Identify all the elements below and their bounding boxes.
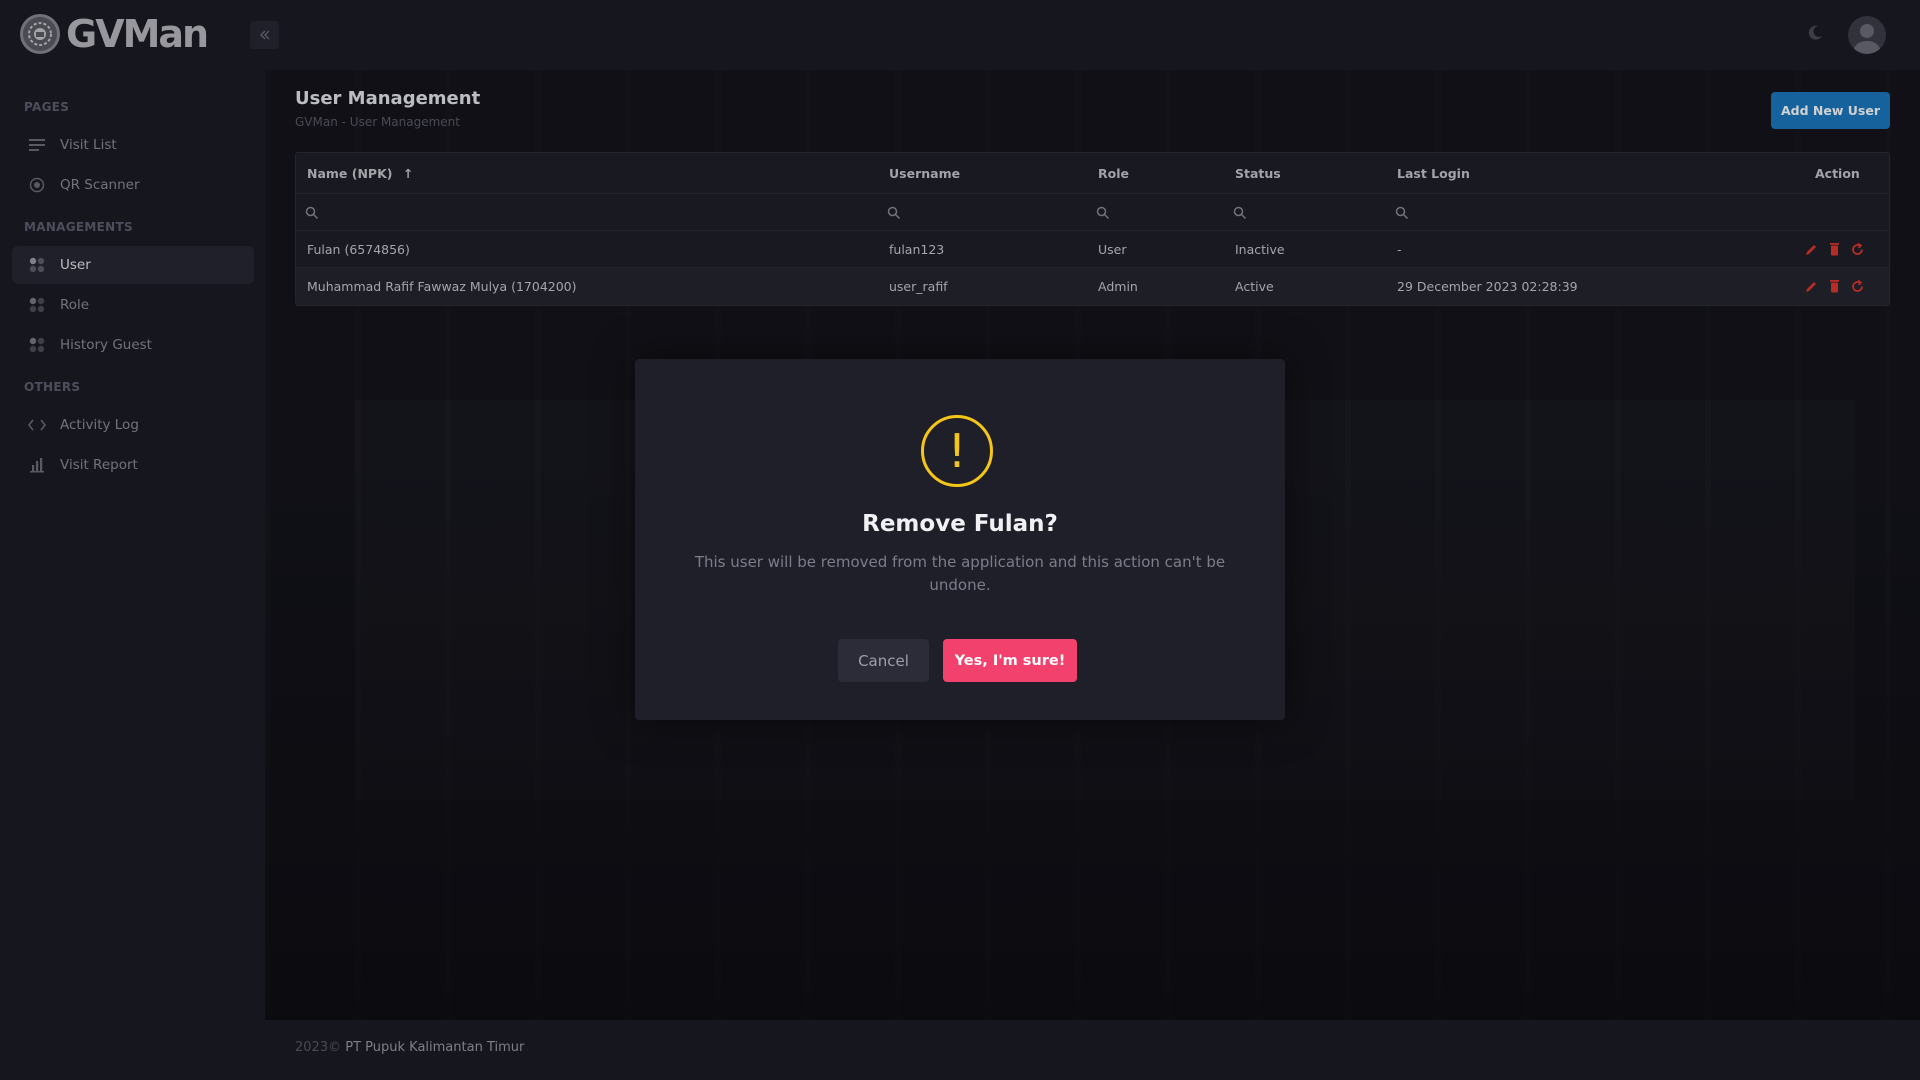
confirm-delete-dialog: ! Remove Fulan? This user will be remove… [635, 359, 1285, 720]
dialog-title: Remove Fulan? [862, 511, 1058, 537]
confirm-delete-button[interactable]: Yes, I'm sure! [943, 639, 1077, 682]
warning-icon: ! [921, 415, 993, 487]
dialog-message: This user will be removed from the appli… [694, 553, 1226, 594]
cancel-button[interactable]: Cancel [838, 639, 929, 682]
